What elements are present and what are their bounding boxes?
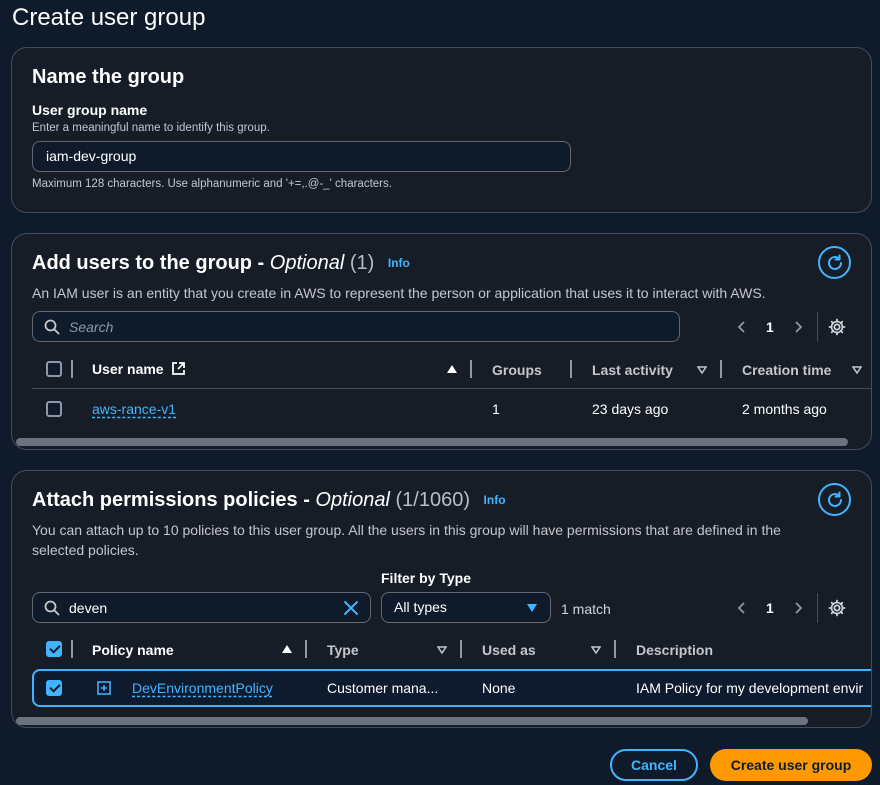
policies-search-input[interactable]: deven [32, 592, 371, 623]
refresh-icon [827, 254, 842, 270]
column-header-last-activity[interactable]: Last activity [592, 362, 673, 378]
users-pagination: 1 [736, 319, 804, 335]
permissions-description-line2: selected policies. [32, 542, 139, 558]
permissions-title: Attach permissions policies - Optional (… [32, 489, 506, 512]
cancel-button[interactable]: Cancel [610, 749, 698, 781]
column-divider [305, 640, 307, 658]
policy-description: IAM Policy for my development envir [636, 680, 864, 696]
users-refresh-button[interactable] [818, 246, 851, 279]
chevron-right-icon[interactable] [792, 601, 804, 615]
policies-page-number[interactable]: 1 [766, 600, 774, 616]
user-group-name-input[interactable]: iam-dev-group [32, 141, 571, 172]
permissions-title-text: Attach permissions policies - [32, 489, 316, 511]
search-icon [44, 600, 60, 616]
page-title: Create user group [12, 4, 206, 31]
column-header-description[interactable]: Description [636, 642, 713, 658]
permissions-count: (1/1060) [395, 489, 470, 511]
users-header-divider [32, 388, 871, 389]
user-group-name-description: Enter a meaningful name to identify this… [32, 122, 270, 134]
chevron-left-icon[interactable] [736, 320, 748, 334]
policy-name-link[interactable]: DevEnvironmentPolicy [132, 680, 273, 696]
users-horizontal-scrollbar[interactable] [16, 438, 848, 446]
column-divider [470, 360, 472, 378]
add-users-optional: Optional [269, 252, 345, 274]
add-users-count: (1) [349, 252, 375, 274]
sort-ascending-icon[interactable] [447, 365, 457, 373]
policies-refresh-button[interactable] [818, 483, 851, 516]
policies-search-value: deven [69, 600, 108, 616]
policy-row-checkbox[interactable] [46, 680, 62, 696]
add-users-description: An IAM user is an entity that you create… [32, 285, 766, 301]
match-count: 1 match [561, 601, 611, 617]
user-group-name-label: User group name [32, 102, 148, 118]
column-divider [614, 640, 616, 658]
policy-type: Customer mana... [327, 680, 439, 696]
permissions-description: You can attach up to 10 policies to this… [32, 520, 781, 560]
clear-icon[interactable] [342, 599, 360, 617]
add-users-title: Add users to the group - Optional (1) In… [32, 252, 410, 275]
policies-select-all-checkbox[interactable] [46, 641, 62, 657]
column-header-user-name[interactable]: User name [92, 361, 186, 377]
name-group-panel: Name the group User group name Enter a m… [11, 47, 872, 213]
permissions-optional: Optional [315, 489, 390, 511]
users-select-all-checkbox[interactable] [46, 361, 62, 377]
name-group-title: Name the group [32, 66, 185, 88]
user-row-checkbox[interactable] [46, 401, 62, 417]
column-header-used-as[interactable]: Used as [482, 642, 536, 658]
gear-icon[interactable] [828, 318, 846, 336]
caret-down-icon [527, 604, 537, 612]
add-users-panel: Add users to the group - Optional (1) In… [11, 233, 872, 450]
users-search-input[interactable]: Search [32, 311, 680, 342]
policies-pagination: 1 [736, 600, 804, 616]
user-name-link[interactable]: aws-rance-v1 [92, 401, 176, 417]
column-header-creation-time[interactable]: Creation time [742, 362, 831, 378]
policies-horizontal-scrollbar[interactable] [16, 717, 808, 725]
column-header-groups[interactable]: Groups [492, 362, 542, 378]
sort-descending-icon[interactable] [852, 366, 862, 374]
column-header-user-name-label: User name [92, 361, 164, 377]
user-creation-time: 2 months ago [742, 401, 827, 417]
sort-descending-icon[interactable] [697, 366, 707, 374]
policies-toolbar-divider [817, 593, 818, 623]
column-divider [71, 360, 73, 378]
column-divider [460, 640, 462, 658]
policy-used-as: None [482, 680, 516, 696]
sort-descending-icon[interactable] [591, 646, 601, 654]
type-filter-select[interactable]: All types [381, 592, 551, 623]
expand-icon[interactable] [97, 681, 111, 695]
filter-by-type-label: Filter by Type [381, 570, 471, 586]
type-filter-value: All types [394, 599, 447, 615]
sort-ascending-icon[interactable] [282, 645, 292, 653]
permissions-panel: Attach permissions policies - Optional (… [11, 470, 872, 728]
column-divider [570, 360, 572, 378]
create-user-group-button[interactable]: Create user group [710, 749, 872, 781]
user-groups-count: 1 [492, 401, 500, 417]
chevron-left-icon[interactable] [736, 601, 748, 615]
search-icon [44, 319, 60, 335]
column-divider [71, 640, 73, 658]
add-users-info-link[interactable]: Info [388, 256, 410, 270]
user-group-name-constraint: Maximum 128 characters. Use alphanumeric… [32, 178, 392, 190]
gear-icon[interactable] [828, 599, 846, 617]
users-search-placeholder: Search [69, 319, 114, 335]
user-last-activity: 23 days ago [592, 401, 669, 417]
column-divider [720, 360, 722, 378]
permissions-description-line1: You can attach up to 10 policies to this… [32, 522, 781, 538]
sort-descending-icon[interactable] [437, 646, 447, 654]
column-header-policy-name[interactable]: Policy name [92, 642, 174, 658]
external-link-icon [172, 362, 186, 375]
chevron-right-icon[interactable] [792, 320, 804, 334]
refresh-icon [827, 491, 842, 507]
add-users-title-text: Add users to the group - [32, 252, 270, 274]
column-header-type[interactable]: Type [327, 642, 359, 658]
users-page-number[interactable]: 1 [766, 319, 774, 335]
permissions-info-link[interactable]: Info [484, 493, 506, 507]
users-toolbar-divider [817, 312, 818, 342]
